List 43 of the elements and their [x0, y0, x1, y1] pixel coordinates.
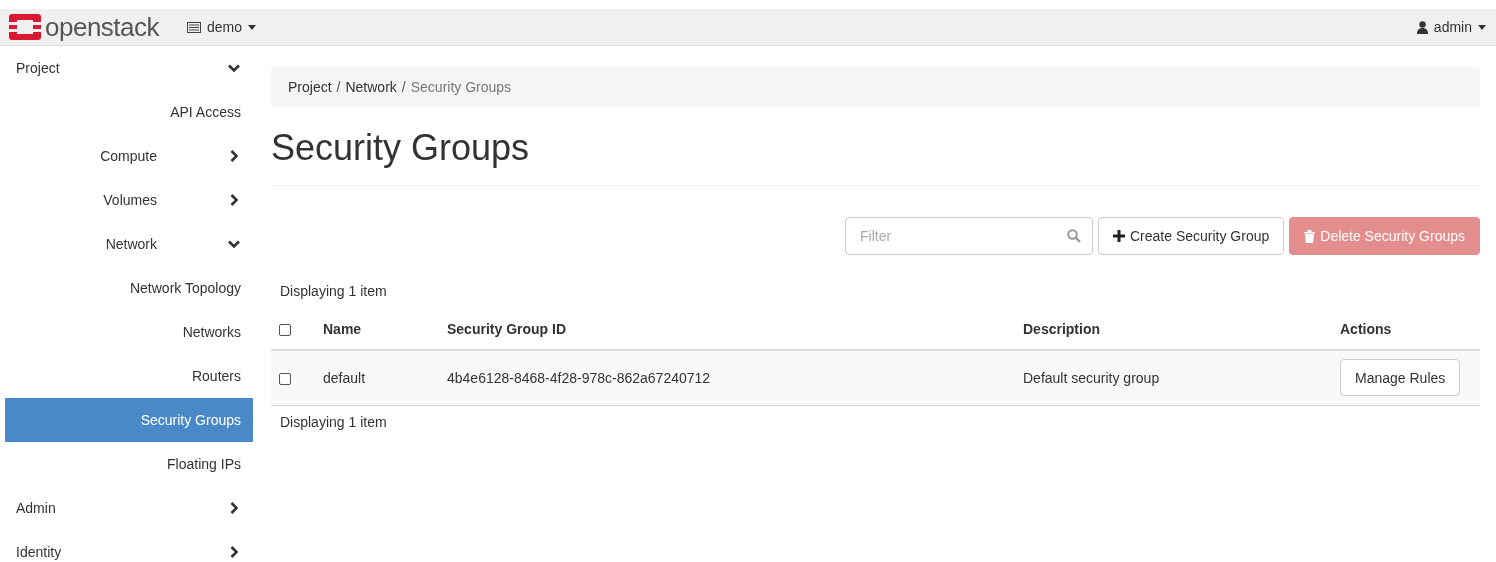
caret-icon: [1478, 24, 1486, 30]
breadcrumb-separator: /: [335, 79, 342, 95]
manage-rules-button[interactable]: Manage Rules: [1340, 359, 1461, 397]
sidebar-item[interactable]: Networks: [5, 310, 253, 354]
sidebar-item[interactable]: Security Groups: [5, 398, 253, 442]
user-icon: [1416, 20, 1428, 34]
sidebar-item[interactable]: Routers: [5, 354, 253, 398]
row-checkbox[interactable]: [279, 373, 291, 386]
breadcrumb-link[interactable]: Project: [288, 79, 332, 95]
breadcrumb-separator: /: [400, 79, 407, 95]
select-all-checkbox[interactable]: [279, 324, 291, 337]
table-cell: default: [323, 369, 366, 386]
column-header: Security Group ID: [447, 321, 567, 337]
user-dropdown[interactable]: admin: [1416, 19, 1486, 35]
project-dropdown[interactable]: demo: [187, 19, 257, 35]
column-header: Actions: [1340, 321, 1392, 337]
page-title: Security Groups: [271, 127, 1480, 186]
item-count: Displaying 1 item: [279, 412, 388, 432]
sidebar-item[interactable]: Project: [5, 46, 253, 90]
filter-field[interactable]: Filter: [844, 217, 1093, 255]
sidebar-item[interactable]: Floating IPs: [5, 442, 253, 486]
sidebar-item[interactable]: Network Topology: [5, 266, 253, 310]
breadcrumb-link[interactable]: Security Groups: [410, 79, 512, 95]
sidebar-item[interactable]: Identity: [5, 530, 253, 562]
table-cell: 4b4e6128-8468-4f28-978c-862a67240712: [447, 369, 711, 386]
list-icon: [187, 21, 202, 33]
search-icon: [1066, 229, 1081, 243]
sidebar-item[interactable]: API Access: [5, 90, 253, 134]
breadcrumb-link[interactable]: Network: [345, 79, 397, 95]
create-button[interactable]: Create Security Group: [1097, 217, 1285, 255]
sidebar-item[interactable]: Volumes: [5, 178, 253, 222]
column-header: Name: [323, 321, 362, 337]
brand-name: openstack: [45, 11, 160, 43]
sidebar-item[interactable]: Compute: [5, 134, 253, 178]
logo-icon: [9, 14, 41, 40]
sidebar-item[interactable]: Network: [5, 222, 253, 266]
table-cell: Default security group: [1023, 369, 1160, 386]
column-header: Description: [1023, 321, 1100, 337]
sidebar-item[interactable]: Admin: [5, 486, 253, 530]
trash-icon: [1304, 229, 1316, 243]
caret-icon: [248, 24, 257, 30]
plus-icon: [1112, 230, 1125, 242]
item-count: Displaying 1 item: [279, 282, 388, 301]
